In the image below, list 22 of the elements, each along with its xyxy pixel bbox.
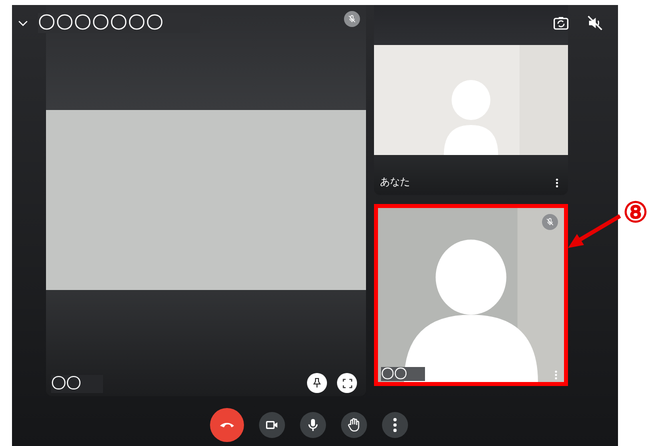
fullscreen-icon: [342, 378, 352, 388]
phone-icon: [220, 422, 234, 428]
mic-off-icon: [344, 11, 360, 27]
microphone-button[interactable]: [300, 412, 326, 438]
participant-name: 〇〇: [381, 367, 425, 381]
more-icon: [393, 418, 397, 432]
end-call-button[interactable]: [210, 408, 244, 442]
participant-name: 〇〇: [51, 375, 103, 393]
pin-button[interactable]: [307, 373, 327, 393]
camera-switch-icon: [552, 14, 570, 32]
annotation-number: ⑧: [623, 198, 648, 228]
switch-camera-button[interactable]: [552, 14, 570, 32]
speaker-off-icon: [586, 14, 604, 32]
mic-off-icon: [542, 214, 558, 230]
fullscreen-button[interactable]: [337, 373, 357, 393]
pin-icon: [311, 377, 323, 389]
hand-icon: [346, 417, 362, 433]
mute-speaker-button[interactable]: [586, 14, 604, 32]
participant-name: あなた: [380, 176, 410, 190]
raise-hand-button[interactable]: [341, 412, 367, 438]
more-options-button[interactable]: [382, 412, 408, 438]
camera-button[interactable]: [259, 412, 285, 438]
